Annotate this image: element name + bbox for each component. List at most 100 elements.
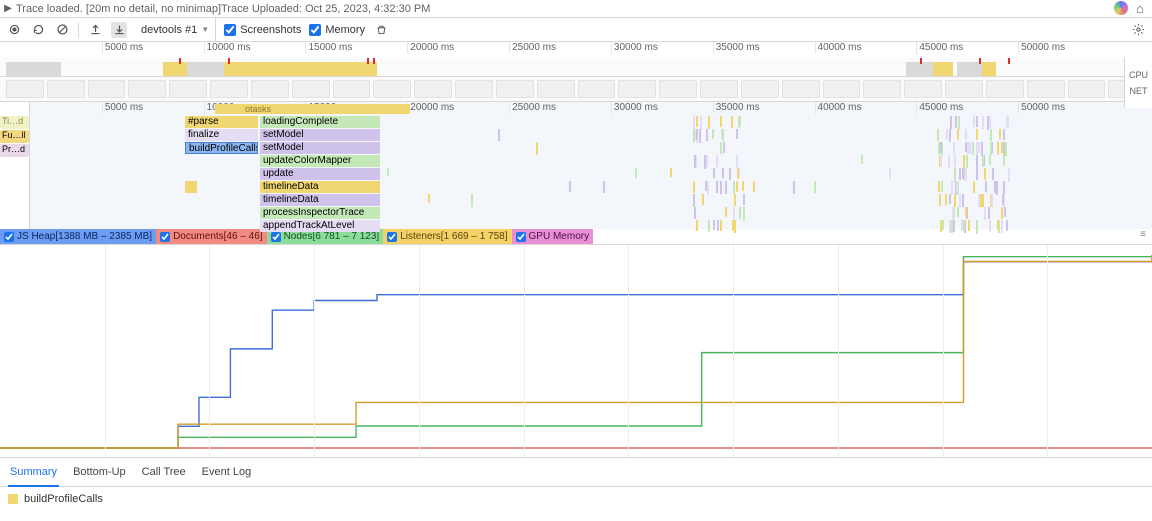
ruler-tick: 45000 ms bbox=[916, 42, 963, 54]
context-dropdown[interactable]: devtools #1 ▼ bbox=[135, 18, 216, 41]
overview-long-task-marker bbox=[920, 58, 922, 64]
settings-icon[interactable] bbox=[1130, 22, 1146, 38]
counter-gpu[interactable]: GPU Memory bbox=[512, 229, 594, 244]
flame-fragment bbox=[953, 142, 955, 154]
screenshot-thumb[interactable] bbox=[292, 80, 330, 98]
flame-entry[interactable]: updateColorMapper bbox=[260, 155, 380, 167]
flame-entry[interactable]: update bbox=[260, 168, 380, 180]
screenshot-thumb[interactable] bbox=[6, 80, 44, 98]
flame-fragment bbox=[965, 129, 967, 140]
flame-fragment bbox=[693, 181, 695, 193]
screenshot-thumb[interactable] bbox=[945, 80, 983, 98]
screenshot-thumb[interactable] bbox=[741, 80, 779, 98]
graph-gridline bbox=[209, 245, 210, 457]
counter-listeners[interactable]: Listeners[1 669 – 1 758] bbox=[383, 229, 511, 244]
counter-jsheap[interactable]: JS Heap[1388 MB – 2385 MB] bbox=[0, 229, 156, 244]
screenshot-thumb[interactable] bbox=[414, 80, 452, 98]
flame-fragment bbox=[957, 129, 959, 140]
flame-entry[interactable] bbox=[185, 181, 197, 193]
flame-fragment bbox=[498, 129, 500, 141]
flame-fragment bbox=[949, 194, 951, 204]
garbage-collect-icon[interactable] bbox=[373, 22, 389, 38]
flame-entry[interactable]: loadingComplete bbox=[260, 116, 380, 128]
screenshots-checkbox[interactable] bbox=[224, 24, 236, 36]
flame-entry[interactable]: processInspectorTrace bbox=[260, 207, 380, 219]
memory-checkbox[interactable] bbox=[309, 24, 321, 36]
flame-fragment bbox=[937, 129, 939, 140]
flame-fragment bbox=[968, 220, 970, 231]
screenshots-strip[interactable] bbox=[0, 76, 1152, 102]
flame-chart[interactable]: 5000 ms10000 ms15000 ms20000 ms25000 ms3… bbox=[30, 102, 1152, 229]
flame-fragment bbox=[725, 181, 727, 194]
tab-call-tree[interactable]: Call Tree bbox=[140, 462, 188, 482]
screenshot-thumb[interactable] bbox=[47, 80, 85, 98]
flame-fragment bbox=[670, 168, 672, 177]
graph-line bbox=[0, 255, 1152, 448]
screenshot-thumb[interactable] bbox=[659, 80, 697, 98]
flame-fragment bbox=[955, 116, 957, 128]
screenshot-thumb[interactable] bbox=[88, 80, 126, 98]
counters-menu-icon[interactable]: ≡ bbox=[1134, 229, 1152, 244]
screenshot-thumb[interactable] bbox=[128, 80, 166, 98]
memory-toggle[interactable]: Memory bbox=[309, 24, 365, 36]
overview-long-task-marker bbox=[228, 58, 230, 64]
upload-icon[interactable] bbox=[87, 22, 103, 38]
selected-function-name: buildProfileCalls bbox=[24, 493, 103, 505]
screenshot-thumb[interactable] bbox=[986, 80, 1024, 98]
screenshot-thumb[interactable] bbox=[210, 80, 248, 98]
flame-fragment bbox=[696, 129, 698, 140]
flame-entry[interactable]: timelineData bbox=[260, 181, 380, 193]
flame-fragment bbox=[994, 181, 996, 193]
flame-fragment bbox=[961, 220, 963, 231]
track-prod[interactable]: Pr…d bbox=[0, 144, 29, 157]
flame-fragment bbox=[696, 116, 698, 127]
flame-entry[interactable]: timelineData bbox=[260, 194, 380, 206]
screenshot-thumb[interactable] bbox=[537, 80, 575, 98]
screenshot-thumb[interactable] bbox=[169, 80, 207, 98]
download-icon[interactable] bbox=[111, 22, 127, 38]
record-icon[interactable] bbox=[6, 22, 22, 38]
screenshot-thumb[interactable] bbox=[823, 80, 861, 98]
flame-entry[interactable]: setModel bbox=[260, 142, 380, 154]
screenshot-thumb[interactable] bbox=[373, 80, 411, 98]
screenshot-thumb[interactable] bbox=[251, 80, 289, 98]
flame-entry[interactable]: setModel bbox=[260, 129, 380, 141]
track-timings[interactable]: Ti…d bbox=[0, 116, 29, 129]
screenshots-toggle[interactable]: Screenshots bbox=[224, 24, 301, 36]
cpu-overview[interactable]: CPU NET bbox=[0, 58, 1152, 76]
screenshot-thumb[interactable] bbox=[904, 80, 942, 98]
flame-entry[interactable]: appendTrackAtLevel bbox=[260, 220, 380, 232]
screenshot-thumb[interactable] bbox=[782, 80, 820, 98]
flame-fragment bbox=[734, 194, 736, 206]
screenshot-thumb[interactable] bbox=[333, 80, 371, 98]
memory-graph[interactable] bbox=[0, 244, 1152, 457]
screenshot-thumb[interactable] bbox=[863, 80, 901, 98]
flame-fragment bbox=[989, 116, 991, 128]
profile-avatar-icon[interactable] bbox=[1114, 1, 1128, 15]
screenshot-thumb[interactable] bbox=[618, 80, 656, 98]
tab-bottom-up[interactable]: Bottom-Up bbox=[71, 462, 128, 482]
overview-ruler[interactable]: 5000 ms10000 ms15000 ms20000 ms25000 ms3… bbox=[0, 42, 1152, 58]
screenshot-thumb[interactable] bbox=[496, 80, 534, 98]
flame-fragment bbox=[694, 207, 696, 219]
counter-documents[interactable]: Documents[46 – 46] bbox=[156, 229, 267, 244]
clear-icon[interactable] bbox=[54, 22, 70, 38]
tab-event-log[interactable]: Event Log bbox=[200, 462, 254, 482]
reload-icon[interactable] bbox=[30, 22, 46, 38]
screenshot-thumb[interactable] bbox=[700, 80, 738, 98]
flame-fragment bbox=[976, 220, 978, 234]
flame-fragment bbox=[707, 181, 709, 195]
flame-entry[interactable]: finalize bbox=[185, 129, 258, 141]
tab-summary[interactable]: Summary bbox=[8, 462, 59, 487]
home-icon[interactable]: ⌂ bbox=[1136, 1, 1144, 16]
screenshot-thumb[interactable] bbox=[455, 80, 493, 98]
screenshot-thumb[interactable] bbox=[1027, 80, 1065, 98]
screenshot-thumb[interactable] bbox=[1068, 80, 1106, 98]
flame-fragment bbox=[1007, 116, 1009, 128]
resume-icon[interactable]: ▶ bbox=[0, 3, 16, 14]
screenshot-thumb[interactable] bbox=[578, 80, 616, 98]
flame-entry[interactable]: #parse bbox=[185, 116, 258, 128]
track-full[interactable]: Fu…ll bbox=[0, 130, 29, 143]
flame-fragment bbox=[743, 207, 745, 221]
flame-entry[interactable]: buildProfileCalls bbox=[185, 142, 258, 154]
